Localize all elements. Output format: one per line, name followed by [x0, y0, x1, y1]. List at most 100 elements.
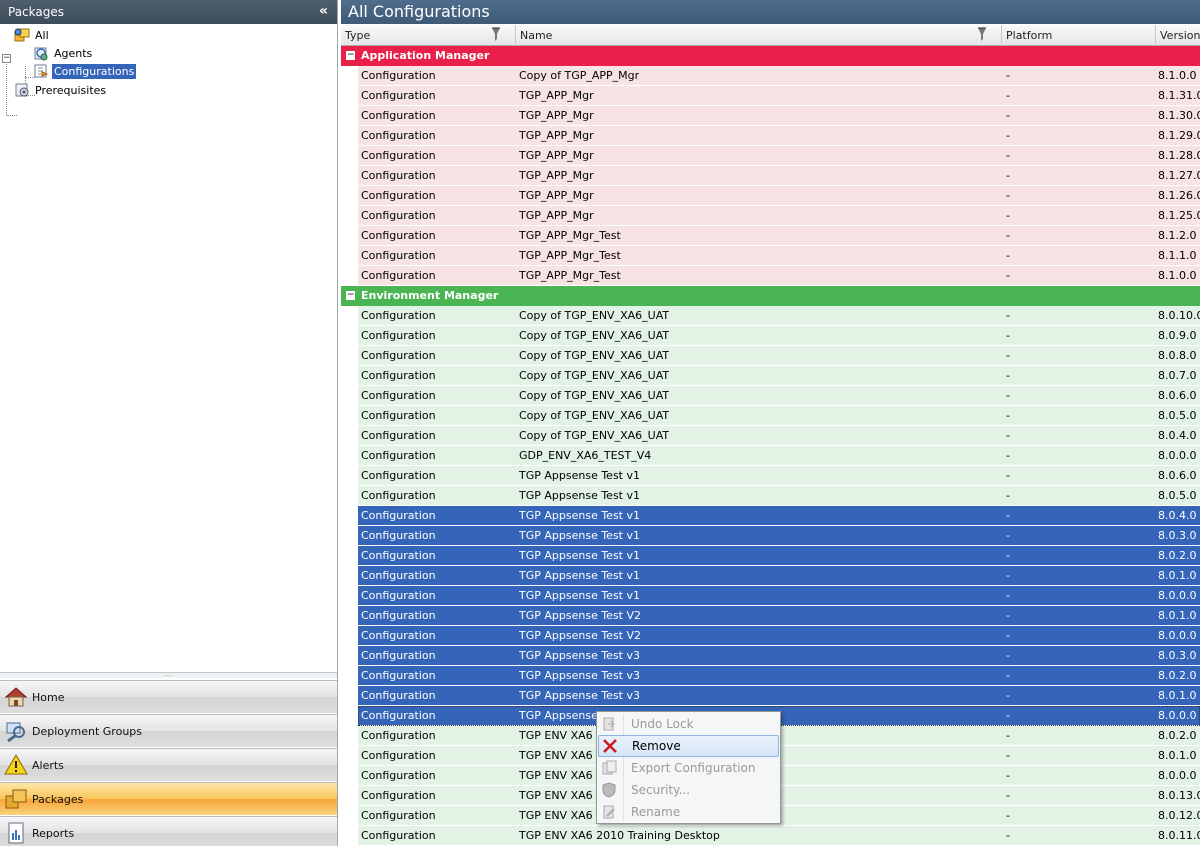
cell-platform: -	[1006, 609, 1010, 622]
tree-expand-toggle[interactable]: −	[2, 54, 11, 63]
cell-type: Configuration	[361, 129, 436, 142]
table-row[interactable]: Configuration Copy of TGP_ENV_XA6_UAT - 8.0…	[358, 306, 1200, 326]
cell-version: 8.1.1.0	[1158, 249, 1197, 262]
menu-item-rename[interactable]: Rename	[598, 801, 779, 823]
table-row[interactable]: Configuration TGP Appsense Test v1 - 8.0.5.…	[358, 486, 1200, 506]
nav-alerts-button[interactable]: Alerts	[0, 748, 337, 781]
tree-node-label: All	[35, 28, 49, 42]
packages-icon	[14, 28, 30, 42]
column-header-platform[interactable]: Platform	[1002, 25, 1156, 46]
cell-type: Configuration	[361, 549, 436, 562]
table-row[interactable]: Configuration TGP Appsense Test v3 - 8.0.1.…	[358, 686, 1200, 706]
cell-name: TGP Appsense Test v1	[519, 589, 640, 602]
table-row[interactable]: Configuration TGP Appsense Test V2 - 8.0.1.…	[358, 606, 1200, 626]
tree-node-configurations[interactable]: Configurations	[33, 63, 137, 79]
table-row[interactable]: Configuration TGP_APP_Mgr - 8.1.25.0	[358, 206, 1200, 226]
tree-node-agents[interactable]: Agents	[33, 45, 94, 61]
table-row[interactable]: Configuration TGP Appsense Test v1 - 8.0.6.…	[358, 466, 1200, 486]
table-row[interactable]: Configuration Copy of TGP_ENV_XA6_UAT - 8.0…	[358, 386, 1200, 406]
group-row[interactable]: − Environment Manager	[341, 286, 1200, 306]
cell-type: Configuration	[361, 689, 436, 702]
cell-name: TGP_APP_Mgr_Test	[519, 229, 621, 242]
cell-type: Configuration	[361, 809, 436, 822]
cell-type: Configuration	[361, 729, 436, 742]
cell-type: Configuration	[361, 829, 436, 842]
cell-version: 8.0.5.0	[1158, 409, 1197, 422]
table-row[interactable]: Configuration TGP Appsense Test v1 - 8.0.4.…	[358, 506, 1200, 526]
table-row[interactable]: Configuration Copy of TGP_APP_Mgr - 8.1.0.0	[358, 66, 1200, 86]
column-header-name[interactable]: Name	[516, 25, 1002, 46]
table-row[interactable]: Configuration TGP_APP_Mgr - 8.1.27.0	[358, 166, 1200, 186]
cell-platform: -	[1006, 469, 1010, 482]
table-row[interactable]: Configuration TGP ENV XA6 2010 Training D…	[358, 826, 1200, 846]
table-row[interactable]: Configuration Copy of TGP_ENV_XA6_UAT - 8.0…	[358, 426, 1200, 446]
tree-node-prerequisites[interactable]: Prerequisites	[14, 82, 108, 98]
table-row[interactable]: Configuration TGP_APP_Mgr_Test - 8.1.1.0	[358, 246, 1200, 266]
table-row[interactable]: Configuration TGP_APP_Mgr_Test - 8.1.2.0	[358, 226, 1200, 246]
table-row[interactable]: Configuration TGP Appsense Test v1 - 8.0.1.…	[358, 566, 1200, 586]
table-row[interactable]: Configuration Copy of TGP_ENV_XA6_UAT - 8.0…	[358, 406, 1200, 426]
cell-version: 8.0.7.0	[1158, 369, 1197, 382]
table-row[interactable]: Configuration TGP_APP_Mgr - 8.1.28.0	[358, 146, 1200, 166]
cell-type: Configuration	[361, 769, 436, 782]
table-row[interactable]: Configuration Copy of TGP_ENV_XA6_UAT - 8.0…	[358, 326, 1200, 346]
cell-platform: -	[1006, 589, 1010, 602]
group-collapse-toggle[interactable]: −	[346, 51, 355, 60]
pane-splitter[interactable]: ....	[0, 672, 337, 678]
table-row[interactable]: Configuration TGP_APP_Mgr - 8.1.30.0	[358, 106, 1200, 126]
cell-platform: -	[1006, 569, 1010, 582]
table-row[interactable]: Configuration Copy of TGP_ENV_XA6_UAT - 8.0…	[358, 346, 1200, 366]
rename-icon	[603, 805, 615, 819]
filter-icon[interactable]	[977, 27, 987, 43]
table-row[interactable]: Configuration TGP Appsense Test v3 - 8.0.3.…	[358, 646, 1200, 666]
cell-name: Copy of TGP_ENV_XA6_UAT	[519, 329, 670, 342]
cell-version: 8.1.0.0	[1158, 269, 1197, 282]
table-row[interactable]: Configuration TGP_APP_Mgr_Test - 8.1.0.0	[358, 266, 1200, 286]
cell-name: TGP Appsense Test v1	[519, 489, 640, 502]
menu-item-export-configuration[interactable]: Export Configuration	[598, 757, 779, 779]
table-row[interactable]: Configuration TGP Appsense Test v3 - 8.0.2.…	[358, 666, 1200, 686]
column-header-type[interactable]: Type	[341, 25, 516, 46]
cell-name: TGP_APP_Mgr_Test	[519, 249, 621, 262]
group-row[interactable]: − Application Manager	[341, 46, 1200, 66]
table-row[interactable]: Configuration TGP Appsense Test v1 - 8.0.2.…	[358, 546, 1200, 566]
nav-reports-button[interactable]: Reports	[0, 816, 337, 846]
cell-platform: -	[1006, 229, 1010, 242]
table-row[interactable]: Configuration TGP_APP_Mgr - 8.1.26.0	[358, 186, 1200, 206]
cell-platform: -	[1006, 169, 1010, 182]
cell-name: TGP ENV XA6 2010 Training Desktop	[519, 829, 720, 842]
group-collapse-toggle[interactable]: −	[346, 291, 355, 300]
cell-platform: -	[1006, 329, 1010, 342]
cell-platform: -	[1006, 749, 1010, 762]
group-title: Environment Manager	[361, 289, 499, 302]
table-row[interactable]: Configuration TGP_APP_Mgr - 8.1.31.0	[358, 86, 1200, 106]
menu-item-undo-lock[interactable]: Undo Lock	[598, 713, 779, 735]
menu-item-remove[interactable]: Remove	[598, 735, 779, 757]
cell-platform: -	[1006, 829, 1010, 842]
cell-platform: -	[1006, 349, 1010, 362]
nav-home-button[interactable]: Home	[0, 680, 337, 713]
table-row[interactable]: Configuration TGP Appsense Test V2 - 8.0.0.…	[358, 626, 1200, 646]
filter-icon[interactable]	[491, 27, 501, 43]
agent-icon	[34, 47, 48, 61]
column-header-version[interactable]: Version	[1156, 25, 1200, 46]
tree-node-all[interactable]: All	[14, 27, 51, 43]
configuration-icon	[34, 64, 49, 78]
cell-platform: -	[1006, 429, 1010, 442]
table-row[interactable]: Configuration Copy of TGP_ENV_XA6_UAT - 8.0…	[358, 366, 1200, 386]
cell-name: TGP Appsense Test v1	[519, 509, 640, 522]
cell-version: 8.0.2.0	[1158, 549, 1197, 562]
cell-platform: -	[1006, 789, 1010, 802]
table-row[interactable]: Configuration GDP_ENV_XA6_TEST_V4 - 8.0.0.0	[358, 446, 1200, 466]
menu-item-security[interactable]: Security...	[598, 779, 779, 801]
context-menu: Undo Lock Remove Export Configuration Se…	[596, 711, 781, 824]
collapse-pane-button[interactable]: «	[319, 3, 328, 19]
cell-type: Configuration	[361, 489, 436, 502]
nav-deployment-groups-button[interactable]: Deployment Groups	[0, 714, 337, 747]
table-row[interactable]: Configuration TGP_APP_Mgr - 8.1.29.0	[358, 126, 1200, 146]
table-row[interactable]: Configuration TGP Appsense Test v1 - 8.0.0.…	[358, 586, 1200, 606]
cell-type: Configuration	[361, 669, 436, 682]
cell-type: Configuration	[361, 109, 436, 122]
nav-packages-button[interactable]: Packages	[0, 782, 337, 815]
table-row[interactable]: Configuration TGP Appsense Test v1 - 8.0.3.…	[358, 526, 1200, 546]
